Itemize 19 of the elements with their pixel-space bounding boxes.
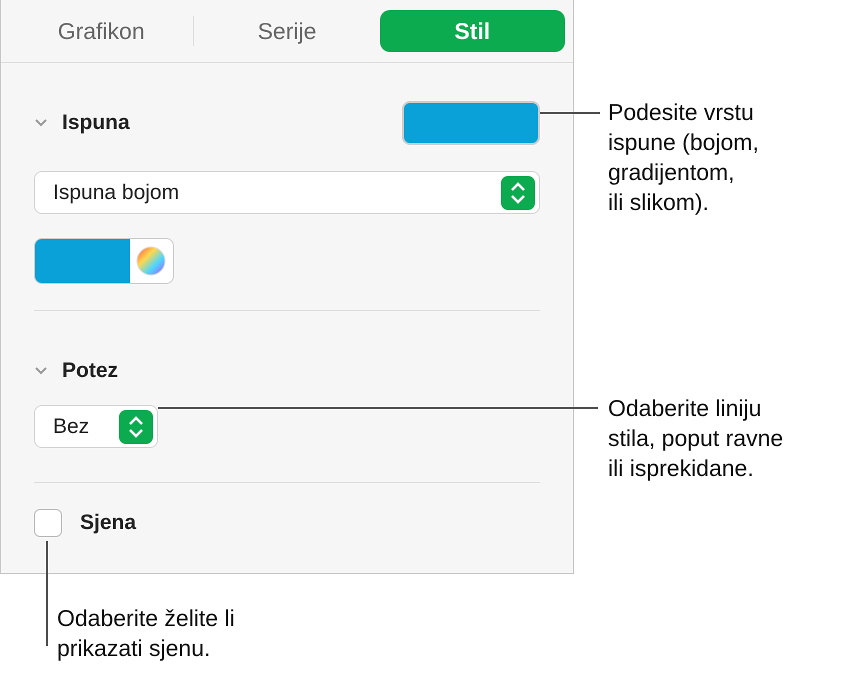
fill-type-dropdown[interactable]: Ispuna bojom [34,171,540,214]
shadow-checkbox[interactable] [34,509,62,537]
tab[interactable]: Serije [194,16,380,46]
stepper-icon[interactable] [119,410,153,444]
callout-text: Odaberite liniju stila, poput ravne ili isprekidane. [608,394,784,483]
section-title: Potez [62,359,120,383]
callout-text: Odaberite želite li prikazati sjenu. [57,604,235,663]
chevron-icon[interactable] [34,118,48,128]
section-title: Ispuna [62,111,131,135]
tab[interactable]: Grafikon [9,16,194,46]
checkbox-label: Sjena [80,511,138,535]
color-well[interactable] [34,238,174,284]
stepper-icon[interactable] [501,176,535,210]
leader-line [540,112,600,114]
callout-text: Podesite vrstu ispune (bojom, gradijentom, ili slikom). [608,98,759,217]
color-swatch-button[interactable] [402,101,540,145]
tab[interactable]: Stil [380,10,565,52]
chevron-icon[interactable] [34,366,48,376]
stroke-dropdown[interactable]: Bez [34,405,158,448]
